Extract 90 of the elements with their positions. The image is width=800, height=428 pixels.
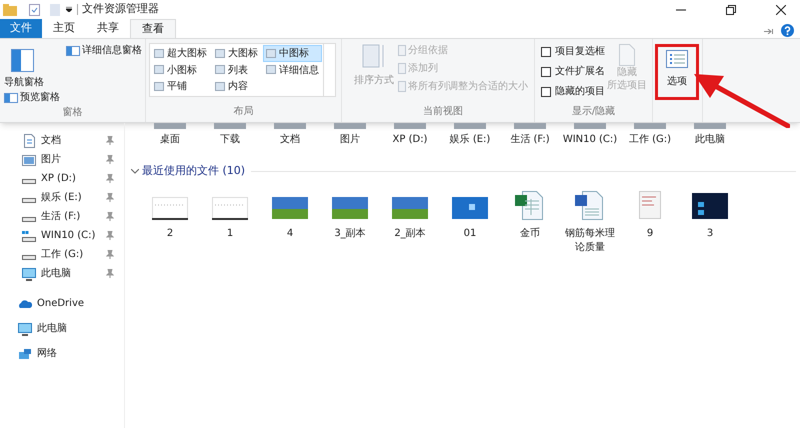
screenshot-thumbnail bbox=[152, 197, 188, 221]
ribbon-tab[interactable]: 文件 bbox=[0, 19, 42, 38]
file-label[interactable]: 9 bbox=[622, 227, 678, 241]
monitor-icon bbox=[22, 266, 36, 280]
document-icon bbox=[22, 134, 36, 148]
file-label[interactable]: 1 bbox=[202, 227, 258, 241]
sidebar-item[interactable]: 图片 bbox=[0, 150, 124, 169]
system-drive-icon bbox=[22, 228, 36, 242]
file-label[interactable]: 钢筋每米理论质量 bbox=[562, 227, 618, 255]
landscape-thumbnail bbox=[272, 197, 308, 221]
file-label[interactable]: 金币 bbox=[502, 227, 558, 241]
desktop-thumbnail bbox=[452, 197, 488, 221]
screenshot-thumbnail bbox=[212, 197, 248, 221]
properties-icon[interactable] bbox=[29, 4, 40, 16]
folder-label[interactable]: 此电脑 bbox=[681, 133, 739, 146]
ribbon-tab[interactable]: 主页 bbox=[42, 19, 86, 38]
group-label: 窗格 bbox=[62, 106, 82, 120]
folder-label[interactable]: 桌面 bbox=[141, 133, 199, 146]
file-label[interactable]: 2_副本 bbox=[382, 227, 438, 241]
folder-label[interactable]: 娱乐 (E:) bbox=[441, 133, 499, 146]
restore-icon[interactable] bbox=[726, 4, 736, 14]
folder-label[interactable]: 工作 (G:) bbox=[621, 133, 679, 146]
folder-label[interactable]: 下载 bbox=[201, 133, 259, 146]
sidebar-item[interactable]: 娱乐 (E:) bbox=[0, 188, 124, 207]
file-label[interactable]: 2 bbox=[142, 227, 198, 241]
details-pane-button[interactable]: 详细信息窗格 bbox=[66, 43, 142, 58]
sidebar-item[interactable]: WIN10 (C:) bbox=[0, 226, 124, 245]
drive-icon bbox=[22, 178, 36, 184]
window-title: 文件资源管理器 bbox=[82, 1, 159, 18]
layout-option[interactable]: 内容 bbox=[212, 78, 261, 95]
sidebar-item[interactable]: OneDrive bbox=[0, 291, 124, 316]
document-icon bbox=[619, 44, 635, 66]
file-label[interactable]: 01 bbox=[442, 227, 498, 241]
ribbon-tab[interactable]: 查看 bbox=[130, 19, 176, 38]
dropdown-icon[interactable] bbox=[66, 7, 72, 12]
drive-icon bbox=[22, 198, 36, 202]
sidebar-item[interactable]: 文档 bbox=[0, 131, 124, 150]
layout-option[interactable]: 小图标 bbox=[151, 62, 210, 78]
preview-pane-button[interactable]: 预览窗格 bbox=[4, 90, 60, 105]
group-label: 布局 bbox=[234, 105, 254, 119]
sidebar-item[interactable]: 此电脑 bbox=[0, 316, 124, 341]
network-icon bbox=[18, 346, 32, 360]
file-label[interactable]: 3_副本 bbox=[322, 227, 378, 241]
chevron-icon[interactable] bbox=[131, 168, 139, 174]
folder-label[interactable]: 文档 bbox=[261, 133, 319, 146]
close-icon[interactable] bbox=[776, 4, 786, 14]
drive-icon bbox=[22, 254, 36, 260]
picture-icon bbox=[22, 152, 36, 166]
layout-option[interactable]: 大图标 bbox=[212, 45, 261, 62]
checkbox-label: 文件扩展名 bbox=[555, 64, 605, 79]
folder-label[interactable]: WIN10 (C:) bbox=[561, 133, 619, 146]
sidebar-item[interactable]: 此电脑 bbox=[0, 264, 124, 283]
folder-label[interactable]: 图片 bbox=[321, 133, 379, 146]
checkbox[interactable] bbox=[541, 86, 551, 96]
file-label[interactable]: 3 bbox=[682, 227, 738, 241]
section-header[interactable]: 最近使用的文件 (10) bbox=[142, 162, 246, 180]
column-icon bbox=[398, 63, 406, 74]
drive-icon bbox=[22, 216, 36, 222]
landscape-thumbnail bbox=[332, 197, 368, 221]
landscape-thumbnail bbox=[392, 197, 428, 221]
folder-label[interactable]: XP (D:) bbox=[381, 133, 439, 146]
sidebar-item[interactable]: 生活 (F:) bbox=[0, 207, 124, 226]
navigation-pane-button[interactable]: 导航窗格 bbox=[4, 45, 60, 90]
options-button[interactable]: 选项 bbox=[655, 44, 699, 100]
checkbox[interactable] bbox=[541, 66, 551, 76]
monitor-icon bbox=[18, 322, 32, 336]
file-label[interactable]: 4 bbox=[262, 227, 318, 241]
layout-option[interactable]: 列表 bbox=[212, 62, 261, 78]
sidebar-item[interactable]: 工作 (G:) bbox=[0, 245, 124, 264]
checkbox-label: 项目复选框 bbox=[555, 44, 605, 59]
pin-ribbon-icon[interactable] bbox=[764, 29, 773, 34]
column-icon bbox=[398, 45, 406, 56]
folder-label[interactable]: 生活 (F:) bbox=[501, 133, 559, 146]
ribbon-tab[interactable]: 共享 bbox=[86, 19, 130, 38]
pane-icon bbox=[66, 46, 80, 56]
pane-icon bbox=[4, 92, 18, 102]
layout-option[interactable]: 中图标 bbox=[263, 45, 322, 62]
checkbox-label: 隐藏的项目 bbox=[555, 84, 605, 99]
dark-screen-thumbnail bbox=[692, 191, 728, 221]
checkbox[interactable] bbox=[541, 46, 551, 56]
group-label: 当前视图 bbox=[423, 104, 463, 119]
sidebar-item[interactable]: 网络 bbox=[0, 341, 124, 366]
layout-option[interactable]: 详细信息 bbox=[263, 62, 322, 78]
help-icon[interactable] bbox=[781, 24, 794, 37]
list-settings-icon bbox=[666, 50, 688, 68]
sidebar-item[interactable]: XP (D:) bbox=[0, 169, 124, 188]
layout-option[interactable]: 平铺 bbox=[151, 78, 210, 95]
layout-option[interactable]: 超大图标 bbox=[151, 45, 210, 62]
column-icon bbox=[398, 81, 406, 92]
group-label: 显示/隐藏 bbox=[572, 104, 616, 119]
